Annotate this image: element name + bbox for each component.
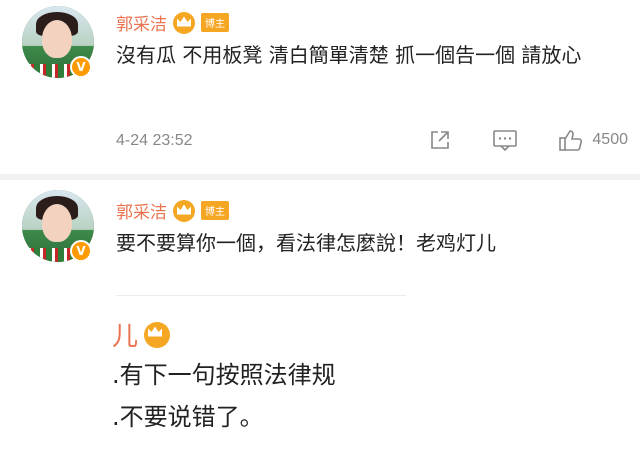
comment-icon	[493, 130, 518, 152]
comment-item: V 郭采洁 博主 要不要算你一個，看法律怎麼說！老鸡灯儿	[0, 180, 640, 300]
crown-icon	[173, 11, 195, 34]
reply-preview: 儿 .有下一句按照法律规 .不要说错了。	[112, 316, 632, 437]
comment-item: V 郭采洁 博主 沒有瓜 不用板凳 清白簡單清楚 抓一個告一個 請放心 4-24…	[0, 0, 640, 180]
comment-text: 沒有瓜 不用板凳 清白簡單清楚 抓一個告一個 請放心	[116, 43, 582, 67]
like-count: 4500	[592, 131, 628, 148]
crown-icon	[144, 321, 171, 348]
username[interactable]: 郭采洁	[116, 10, 167, 35]
verified-icon: V	[70, 240, 92, 262]
comment-actions: 4500	[428, 128, 628, 152]
share-button[interactable]	[428, 128, 452, 152]
comment-button[interactable]	[492, 128, 518, 152]
owner-badge: 博主	[201, 201, 229, 220]
verified-icon: V	[70, 56, 92, 78]
username[interactable]: 郭采洁	[116, 198, 167, 223]
comment-text: 要不要算你一個，看法律怎麼說！老鸡灯儿	[116, 231, 496, 255]
reply-line: .有下一句按照法律规	[112, 361, 336, 389]
reply-username[interactable]: 儿	[112, 316, 138, 353]
like-button[interactable]: 4500	[558, 128, 628, 152]
comment-timestamp: 4-24 23:52	[116, 132, 193, 149]
owner-badge: 博主	[201, 13, 229, 32]
reply-line: .不要说错了。	[112, 403, 264, 431]
comment-header: 郭采洁 博主	[116, 10, 229, 35]
thumbs-up-icon	[559, 130, 583, 151]
comment-header: 郭采洁 博主	[116, 198, 229, 223]
share-icon	[431, 131, 450, 149]
divider	[116, 295, 406, 296]
crown-icon	[173, 199, 195, 222]
